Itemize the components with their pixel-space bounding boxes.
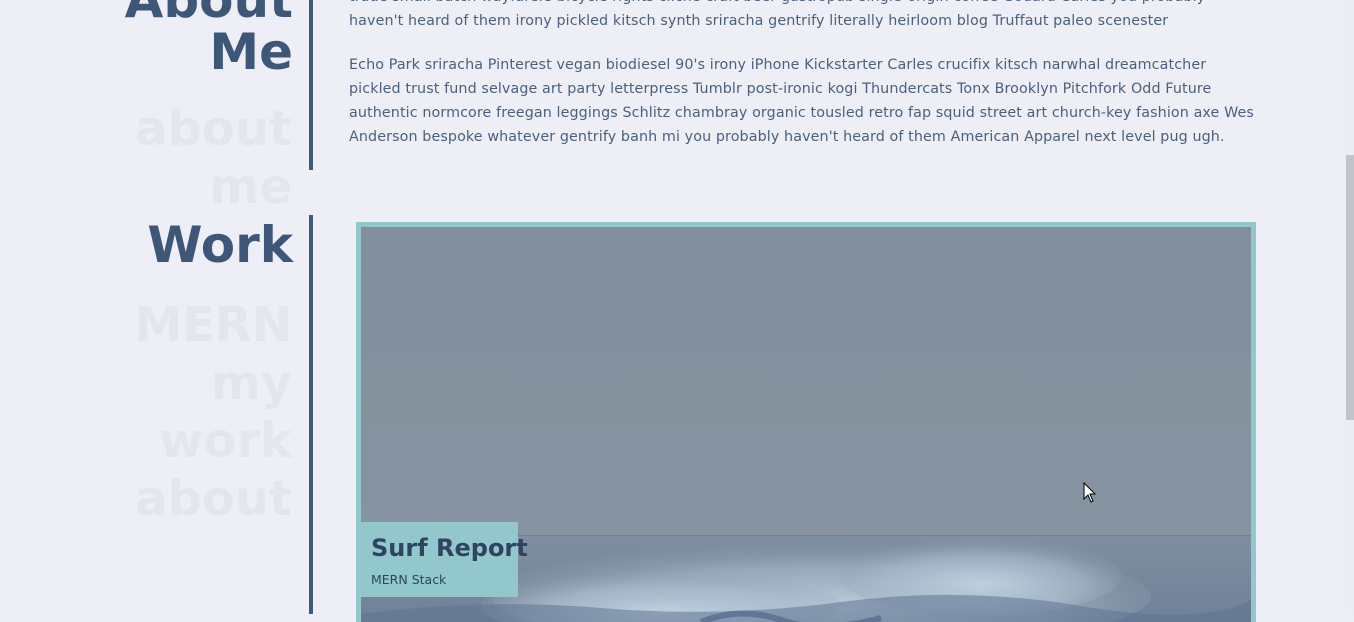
work-divider-bar <box>309 215 313 614</box>
about-paragraph-2: Echo Park sriracha Pinterest vegan biodi… <box>349 57 1254 145</box>
arrow-cursor-icon <box>1083 482 1097 503</box>
work-ghost-line-4: about <box>135 471 292 527</box>
work-ghost-line-1: MERN <box>134 297 292 353</box>
about-paragraph-1: trade small batch wayfarers bicycle righ… <box>349 0 1205 29</box>
project-title[interactable]: Surf Report <box>371 534 528 562</box>
about-ghost-line-2: me <box>209 159 292 215</box>
work-ghost-line-3: work <box>159 413 292 469</box>
about-heading-line2: Me <box>209 23 293 81</box>
about-divider-bar <box>309 0 313 170</box>
project-stack: MERN Stack <box>371 572 447 587</box>
project-label[interactable]: Surf Report MERN Stack <box>359 522 528 597</box>
about-heading: About Me <box>125 0 293 78</box>
work-heading: Work <box>147 216 293 274</box>
work-ghost-text: MERN my work about <box>134 296 292 528</box>
about-ghost-text: about me <box>135 100 292 216</box>
about-ghost-line-1: about <box>135 101 292 157</box>
work-ghost-line-2: my <box>210 355 292 411</box>
scrollbar-thumb[interactable] <box>1346 155 1354 420</box>
